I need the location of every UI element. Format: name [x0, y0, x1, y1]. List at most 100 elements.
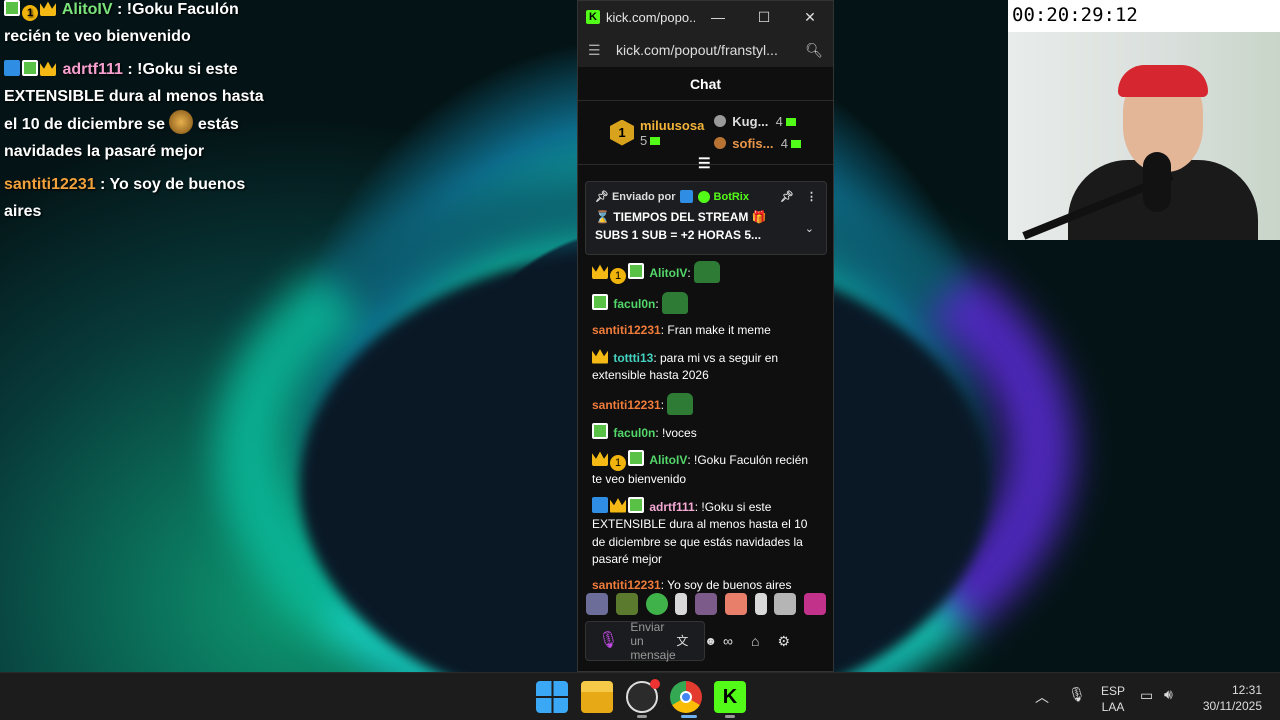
active-indicator [681, 715, 697, 718]
gold-badge-icon: 1 [22, 5, 38, 21]
leader-first-name: miluusosa [640, 117, 705, 133]
window-titlebar[interactable]: K kick.com/popo... — ☐ ✕ [578, 1, 833, 33]
chat-message: 1 AlitoIV: [592, 261, 820, 284]
overlay-username: santiti12231 [4, 176, 96, 193]
emote-icon[interactable] [804, 593, 826, 615]
chat-username[interactable]: facul0n [613, 426, 655, 440]
chat-username[interactable]: santiti12231 [592, 323, 661, 337]
crown-badge-icon [592, 264, 608, 279]
address-bar[interactable]: ☰ kick.com/popout/franstyl... 🔍︎ [578, 33, 833, 67]
emote-icon[interactable] [615, 593, 638, 615]
search-icon[interactable]: 🔍︎ [805, 42, 823, 59]
gift-leaderboard: 1 miluusosa 5 Kug... 4 sofis... 4 ☰ [578, 101, 833, 171]
recording-dot-icon [650, 679, 660, 689]
chat-text: : !voces [655, 425, 697, 440]
pinned-author: BotRix [713, 190, 749, 203]
overlay-text: : !Goku Faculón recién te veo bienvenido [4, 1, 239, 45]
network-icon[interactable]: ▭ [1140, 687, 1153, 704]
chat-username[interactable]: tottti13 [613, 351, 653, 365]
emote-icon[interactable] [774, 593, 797, 615]
minimize-button[interactable]: — [695, 9, 741, 25]
more-options-icon[interactable]: ⋮ [806, 190, 817, 203]
emote-icon[interactable] [675, 593, 688, 615]
gift-icon [650, 136, 661, 145]
stream-overlay-chat: 1 AlitoIV : !Goku Faculón recién te veo … [4, 0, 274, 231]
pinned-message[interactable]: 📌︎ Enviado por BotRix 📌︎ ⋮ ⌛ TIEMPOS DEL… [585, 181, 827, 255]
emote-icon[interactable] [645, 593, 668, 615]
layout-text: LAA [1101, 700, 1125, 714]
creeper-badge-icon [22, 60, 38, 76]
creeper-badge-icon [628, 450, 644, 466]
emote-icon[interactable] [754, 593, 767, 615]
clock[interactable]: 12:31 30/11/2025 [1200, 682, 1262, 714]
peepo-emote-icon [694, 261, 721, 283]
crown-badge-icon [592, 451, 608, 466]
creeper-badge-icon [628, 496, 644, 513]
store-icon[interactable]: ⌂ [751, 633, 759, 649]
chat-username[interactable]: facul0n [613, 297, 655, 311]
taskbar: K ︿ 🎙︎ ESP LAA ▭ 🔊︎ 12:31 30/11/2025 [0, 672, 1280, 720]
pinned-sent-by: Enviado por [611, 190, 676, 203]
site-settings-icon[interactable]: ☰ [588, 42, 606, 59]
chat-input[interactable]: 🎙︎ Enviar un mensaje 文 ☻ [585, 620, 717, 662]
window-title: kick.com/popo... [606, 9, 695, 25]
volume-icon[interactable]: 🔊︎ [1164, 686, 1173, 703]
kick-logo-icon: K [586, 10, 600, 24]
chevron-down-icon[interactable]: ⌄ [805, 222, 814, 235]
gear-icon[interactable]: ⚙ [777, 633, 790, 650]
streamer-cap [1118, 65, 1208, 97]
filter-icon[interactable]: ☰ [698, 155, 711, 172]
leader-third-count: 4 [780, 135, 788, 151]
chat-username[interactable]: santiti12231 [592, 578, 661, 592]
emote-icon[interactable] [586, 593, 608, 615]
language-text: ESP [1101, 684, 1126, 698]
stream-timer: 00:20:29:12 [1008, 0, 1280, 32]
community-icon[interactable]: ∞ [723, 633, 733, 649]
emote-icon[interactable] [724, 593, 747, 615]
chat-message: tottti13: para mi vs a seguir en extensi… [592, 348, 820, 385]
chat-message: santiti12231: [592, 392, 820, 415]
chat-message: adrtf111: !Goku si este EXTENSIBLE dura … [592, 496, 820, 569]
gold-badge-icon: 1 [610, 455, 626, 471]
leader-second-name: Kug... [732, 113, 769, 129]
rank-medal-icon: 1 [610, 119, 634, 146]
chat-message: santiti12231: Yo soy de buenos aires [592, 577, 820, 595]
chat-username[interactable]: adrtf111 [649, 500, 694, 514]
leader-second-count: 4 [775, 113, 783, 129]
microphone-tray-icon[interactable]: 🎙︎ [1068, 686, 1086, 703]
close-button[interactable]: ✕ [787, 9, 833, 26]
chat-text: : Yo soy de buenos aires [660, 577, 792, 592]
chat-username[interactable]: santiti12231 [592, 398, 661, 412]
clock-date: 30/11/2025 [1202, 699, 1262, 713]
creeper-badge-icon [4, 0, 20, 16]
leader-first: miluusosa 5 [640, 118, 704, 148]
peepo-emote-icon [667, 392, 694, 415]
chrome-icon[interactable] [670, 681, 702, 713]
chevron-up-icon[interactable]: ︿ [1035, 687, 1049, 707]
chat-message: santiti12231: Fran make it meme [592, 322, 820, 340]
chat-username[interactable]: AlitoIV [649, 266, 687, 280]
crown-badge-icon [40, 1, 56, 16]
emote-icon[interactable] [695, 593, 717, 615]
maximize-button[interactable]: ☐ [741, 9, 787, 26]
overlay-message: adrtf111 : !Goku si este EXTENSIBLE dura… [4, 56, 274, 165]
running-indicator [637, 715, 647, 718]
emoji-icon[interactable]: ☻ [704, 634, 717, 648]
chat-input-row: 🎙︎ Enviar un mensaje 文 ☻ ∞ ⌂ ⚙ [585, 620, 827, 662]
webcam-feed [1008, 32, 1280, 240]
unpin-icon[interactable]: 📌︎ [780, 190, 794, 203]
language-indicator[interactable]: ESP LAA [1101, 683, 1125, 715]
microphone-icon[interactable]: 🎙︎ [598, 633, 618, 649]
file-explorer-icon[interactable] [581, 681, 613, 713]
crown-badge-icon [610, 498, 626, 513]
kick-app-icon[interactable]: K [714, 681, 746, 713]
chat-text: : [687, 266, 691, 280]
translate-icon[interactable]: 文 [676, 634, 688, 648]
chat-username[interactable]: AlitoIV [649, 453, 687, 467]
chat-text: : Fran make it meme [660, 323, 771, 337]
start-icon[interactable] [536, 681, 568, 713]
chat-message: facul0n: !voces [592, 422, 820, 443]
obs-icon[interactable] [626, 679, 660, 713]
chat-text: : [660, 397, 665, 412]
creeper-badge-icon [628, 263, 644, 279]
